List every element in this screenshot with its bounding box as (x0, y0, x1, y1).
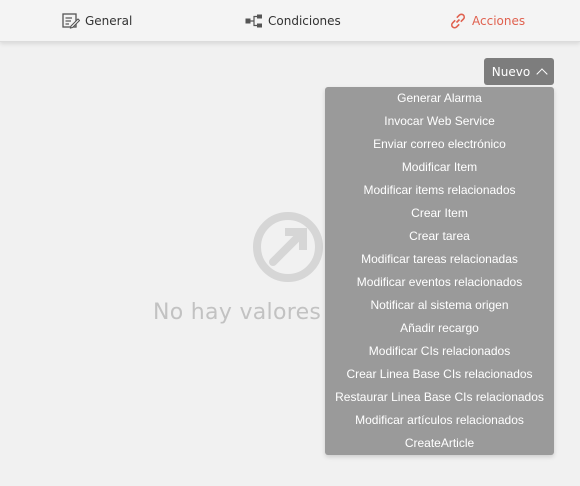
menu-item[interactable]: Añadir recargo (325, 317, 554, 340)
link-icon (450, 13, 466, 29)
nuevo-dropdown-menu: Generar Alarma Invocar Web Service Enviar … (325, 87, 554, 455)
menu-item[interactable]: Crear Item (325, 202, 554, 225)
menu-item[interactable]: Modificar CIs relacionados (325, 340, 554, 363)
edit-document-icon (62, 13, 80, 29)
menu-item[interactable]: CreateArticle (325, 432, 554, 455)
nuevo-button-label: Nuevo (491, 64, 531, 79)
menu-item[interactable]: Notificar al sistema origen (325, 294, 554, 317)
menu-item[interactable]: Generar Alarma (325, 87, 554, 110)
chevron-up-icon (536, 67, 548, 80)
empty-state-message: No hay valores a (153, 300, 343, 325)
tab-general[interactable]: General (62, 0, 132, 42)
tab-acciones-label: Acciones (472, 14, 526, 28)
menu-item[interactable]: Restaurar Linea Base CIs relacionados (325, 386, 554, 409)
menu-item[interactable]: Modificar Item (325, 156, 554, 179)
menu-item[interactable]: Invocar Web Service (325, 110, 554, 133)
menu-item[interactable]: Crear tarea (325, 225, 554, 248)
tab-condiciones-label: Condiciones (268, 14, 341, 28)
menu-item[interactable]: Modificar tareas relacionadas (325, 248, 554, 271)
tab-condiciones[interactable]: Condiciones (245, 0, 341, 42)
tab-bar: General Condiciones Acciones (0, 0, 580, 42)
menu-item[interactable]: Modificar items relacionados (325, 179, 554, 202)
external-link-icon (253, 212, 323, 282)
tab-general-label: General (85, 14, 133, 28)
menu-item[interactable]: Modificar artículos relacionados (325, 409, 554, 432)
tab-acciones[interactable]: Acciones (449, 0, 525, 42)
nuevo-button[interactable]: Nuevo (484, 58, 554, 85)
menu-item[interactable]: Crear Linea Base CIs relacionados (325, 363, 554, 386)
flow-nodes-icon (245, 14, 262, 28)
menu-item[interactable]: Modificar eventos relacionados (325, 271, 554, 294)
menu-item[interactable]: Enviar correo electrónico (325, 133, 554, 156)
